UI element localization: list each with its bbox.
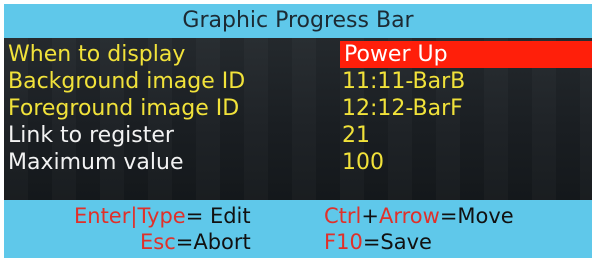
panel-title: Graphic Progress Bar: [4, 4, 592, 38]
progress-bar-settings-panel: Graphic Progress Bar When to display Pow…: [4, 4, 592, 258]
setting-value-selected[interactable]: Power Up: [340, 41, 592, 68]
setting-row-when-to-display[interactable]: When to display Power Up: [4, 41, 592, 68]
setting-row-background-image-id[interactable]: Background image ID 11:11-BarB: [4, 68, 592, 95]
help-edit: Enter|Type= Edit: [74, 204, 251, 228]
help-abort: Esc=Abort: [140, 230, 251, 254]
settings-list: When to display Power Up Background imag…: [4, 38, 592, 200]
setting-row-maximum-value[interactable]: Maximum value 100: [4, 149, 592, 176]
plus-sign: +: [361, 204, 379, 228]
ctrl-key-hint: Ctrl: [324, 204, 362, 228]
help-save: F10=Save: [324, 230, 432, 254]
setting-label: Maximum value: [8, 150, 184, 175]
help-move: Ctrl+Arrow=Move: [324, 204, 514, 228]
save-hint-text: =Save: [362, 230, 432, 254]
setting-label: Foreground image ID: [8, 96, 240, 121]
f10-key-hint: F10: [324, 230, 363, 254]
edit-hint-text: = Edit: [185, 204, 251, 228]
key-help-bar: Enter|Type= Edit Ctrl+Arrow=Move Esc=Abo…: [4, 200, 592, 258]
setting-row-link-to-register[interactable]: Link to register 21: [4, 122, 592, 149]
arrow-key-hint: Arrow: [378, 204, 440, 228]
setting-value[interactable]: 12:12-BarF: [342, 95, 463, 122]
setting-label: When to display: [8, 42, 186, 67]
move-hint-text: =Move: [439, 204, 514, 228]
setting-label: Background image ID: [8, 69, 246, 94]
type-key-hint: Type: [137, 204, 186, 228]
setting-label: Link to register: [8, 123, 174, 148]
setting-value[interactable]: 21: [342, 122, 370, 149]
setting-value[interactable]: 100: [342, 149, 384, 176]
setting-row-foreground-image-id[interactable]: Foreground image ID 12:12-BarF: [4, 95, 592, 122]
setting-value[interactable]: 11:11-BarB: [342, 68, 465, 95]
abort-hint-text: =Abort: [175, 230, 251, 254]
esc-key-hint: Esc: [140, 230, 176, 254]
enter-key-hint: Enter: [74, 204, 131, 228]
